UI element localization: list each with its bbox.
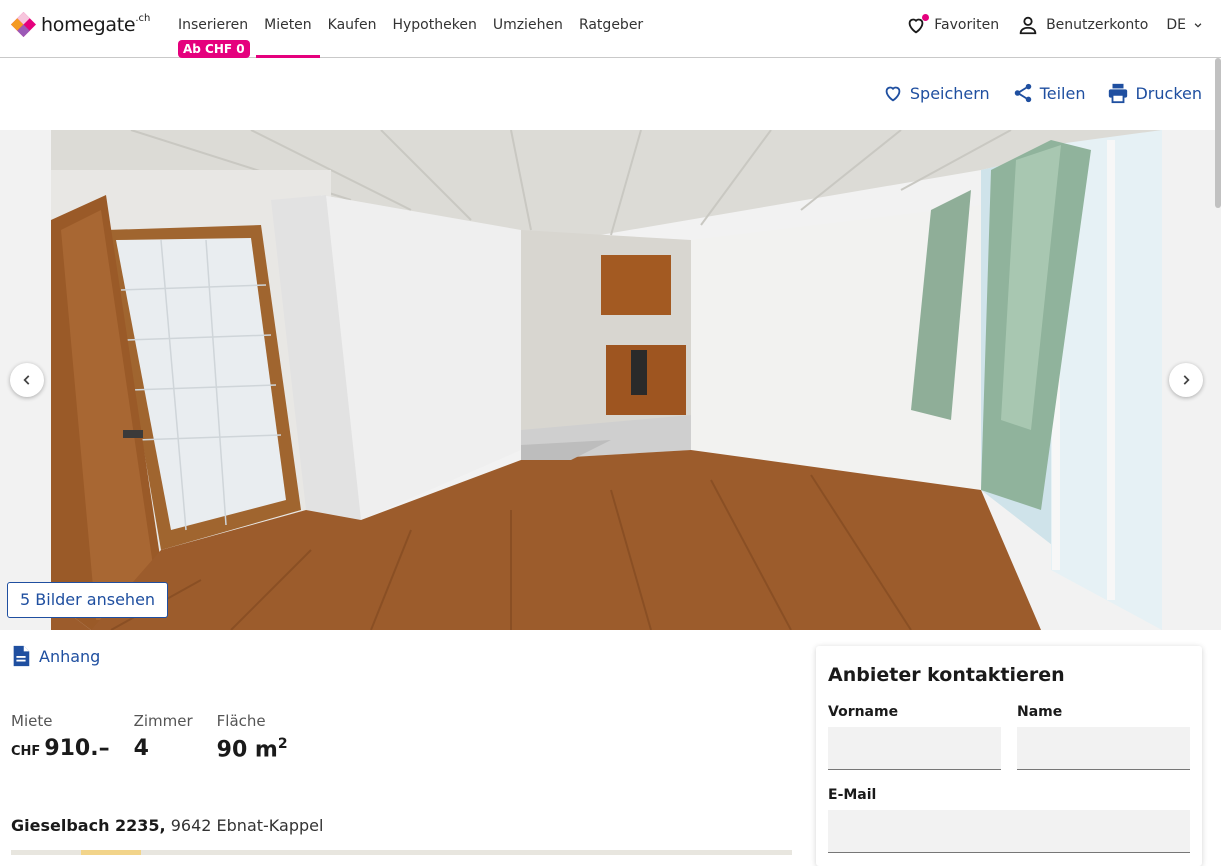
share-icon xyxy=(1014,83,1031,103)
homegate-logo[interactable]: homegate .ch xyxy=(11,12,150,37)
area-unit-exponent: 2 xyxy=(277,736,288,752)
fact-label: Zimmer xyxy=(133,712,193,730)
notification-dot xyxy=(922,14,930,21)
printer-icon xyxy=(1109,83,1128,104)
promo-badge[interactable]: Ab CHF 0 xyxy=(178,40,250,58)
chevron-left-icon xyxy=(23,375,30,385)
homegate-logo-icon xyxy=(11,12,36,37)
user-icon xyxy=(1019,16,1037,35)
nav-link-kaufen[interactable]: Kaufen xyxy=(320,0,385,58)
rooms-value: 4 xyxy=(133,736,149,761)
brand-suffix: .ch xyxy=(135,13,151,24)
first-name-label: Vorname xyxy=(828,704,899,720)
document-icon xyxy=(13,645,30,667)
address: Gieselbach 2235, 9642 Ebnat-Kappel xyxy=(11,816,323,835)
user-menu: Favoriten Benutzerkonto DE xyxy=(905,0,1203,50)
next-image-button[interactable] xyxy=(1169,363,1203,397)
nav-link-hypotheken[interactable]: Hypotheken xyxy=(384,0,484,58)
first-name-field[interactable] xyxy=(828,727,1001,770)
language-selector[interactable]: DE xyxy=(1166,17,1203,33)
address-city: 9642 Ebnat-Kappel xyxy=(170,816,324,835)
contact-form: Anbieter kontaktieren Vorname Name E-Mai… xyxy=(816,646,1202,866)
email-label: E-Mail xyxy=(828,787,877,803)
brand-name: homegate xyxy=(41,13,136,36)
map-preview[interactable] xyxy=(11,850,792,855)
print-label: Drucken xyxy=(1135,83,1202,103)
nav-link-ratgeber[interactable]: Ratgeber xyxy=(571,0,651,58)
listing-action-bar: Speichern Teilen Drucken xyxy=(0,58,1221,130)
favorites-link[interactable]: Favoriten xyxy=(905,14,999,36)
fact-label: Miete xyxy=(11,712,53,730)
key-facts: Miete CHF 910.– Zimmer 4 Fläche 90 m2 xyxy=(11,712,288,762)
top-navigation: homegate .ch Inserieren Mieten Kaufen Hy… xyxy=(0,0,1221,58)
favorites-label: Favoriten xyxy=(934,17,1000,33)
chevron-down-icon xyxy=(1194,23,1202,28)
account-link[interactable]: Benutzerkonto xyxy=(1017,14,1148,36)
image-gallery: 5 Bilder ansehen xyxy=(0,130,1221,630)
rent-value: CHF 910.– xyxy=(11,736,110,761)
nav-link-mieten[interactable]: Mieten xyxy=(256,0,320,58)
previous-image-button[interactable] xyxy=(10,363,44,397)
share-label: Teilen xyxy=(1039,83,1086,103)
fact-rent: Miete CHF 910.– xyxy=(11,712,110,762)
last-name-label: Name xyxy=(1017,704,1063,720)
fact-area: Fläche 90 m2 xyxy=(217,712,288,762)
area-value: 90 m2 xyxy=(217,736,288,762)
email-field[interactable] xyxy=(828,810,1190,853)
attachment-link[interactable]: Anhang xyxy=(11,645,100,667)
heart-icon xyxy=(885,86,901,102)
print-button[interactable]: Drucken xyxy=(1107,82,1202,104)
language-label: DE xyxy=(1166,17,1186,33)
account-label: Benutzerkonto xyxy=(1046,17,1149,33)
room-photo-illustration xyxy=(51,130,1162,630)
listing-photo[interactable] xyxy=(51,130,1162,630)
fact-rooms: Zimmer 4 xyxy=(134,712,193,762)
address-street: Gieselbach 2235, xyxy=(11,816,166,835)
area-amount: 90 m xyxy=(216,737,278,763)
share-button[interactable]: Teilen xyxy=(1012,82,1086,104)
nav-link-umziehen[interactable]: Umziehen xyxy=(485,0,571,58)
fact-label: Fläche xyxy=(216,712,266,730)
rent-amount: 910.– xyxy=(44,736,110,761)
save-label: Speichern xyxy=(909,83,990,103)
chevron-right-icon xyxy=(1183,375,1190,385)
currency: CHF xyxy=(11,744,41,759)
save-button[interactable]: Speichern xyxy=(882,82,990,104)
attachment-label: Anhang xyxy=(39,646,101,666)
contact-title: Anbieter kontaktieren xyxy=(828,664,1065,686)
last-name-field[interactable] xyxy=(1017,727,1190,770)
view-all-images-button[interactable]: 5 Bilder ansehen xyxy=(7,582,169,618)
page-scrollbar[interactable] xyxy=(1215,58,1221,208)
